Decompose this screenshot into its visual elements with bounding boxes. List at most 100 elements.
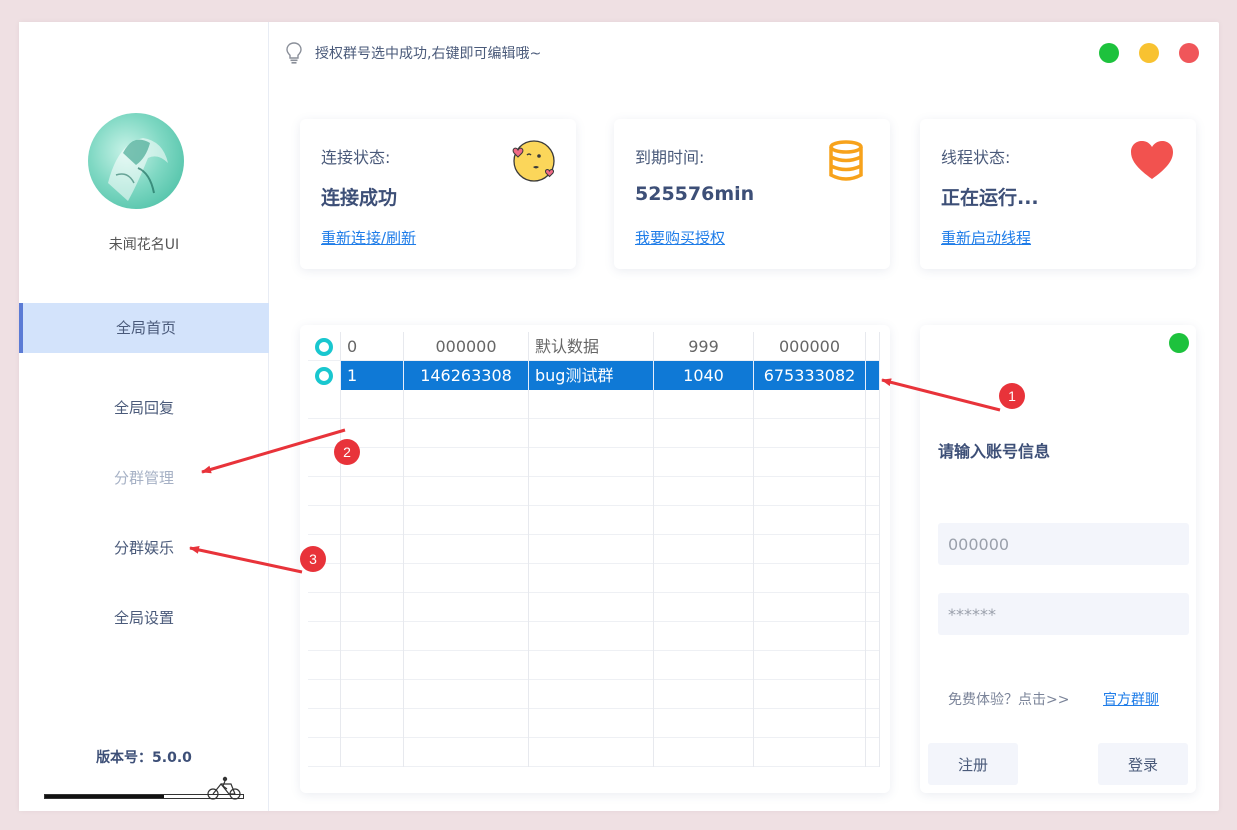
table-cell: 000000 bbox=[754, 332, 866, 361]
connection-status-card: 连接状态: 连接成功 重新连接/刷新 bbox=[300, 119, 576, 269]
cyclist-icon bbox=[207, 776, 241, 800]
login-title: 请输入账号信息 bbox=[938, 442, 1051, 461]
login-button[interactable]: 登录 bbox=[1098, 743, 1188, 785]
expiration-card: 到期时间: 525576min 我要购买授权 bbox=[614, 119, 890, 269]
table-cell bbox=[529, 738, 654, 767]
version-label: 版本号：5.0.0 bbox=[96, 750, 192, 766]
nav-item-group-entertainment[interactable]: 分群娱乐 bbox=[19, 523, 269, 573]
annotation-badge-2: 2 bbox=[334, 439, 360, 465]
table-cell-spacer bbox=[866, 361, 880, 390]
lightbulb-icon bbox=[286, 42, 302, 64]
table-cell bbox=[404, 419, 529, 448]
table-cell bbox=[341, 477, 404, 506]
row-radio-cell bbox=[308, 506, 341, 535]
nav-item-global-settings[interactable]: 全局设置 bbox=[19, 593, 269, 643]
tip-text: 授权群号选中成功,右键即可编辑哦~ bbox=[315, 46, 542, 62]
smiley-icon bbox=[512, 140, 555, 182]
buy-license-link[interactable]: 我要购买授权 bbox=[635, 227, 725, 248]
official-group-link[interactable]: 官方群聊 bbox=[1103, 689, 1159, 709]
table-row bbox=[308, 448, 880, 477]
row-radio-cell bbox=[308, 361, 341, 390]
table-cell: 1040 bbox=[654, 361, 754, 390]
table-cell bbox=[654, 419, 754, 448]
table-cell bbox=[754, 390, 866, 419]
nav-item-group-management[interactable]: 分群管理 bbox=[19, 453, 269, 503]
table-cell bbox=[754, 506, 866, 535]
table-row bbox=[308, 477, 880, 506]
app-window: 未闻花名UI 全局首页 全局回复 分群管理 分群娱乐 全局设置 版本号：5.0.… bbox=[19, 22, 1219, 811]
table-cell-spacer bbox=[866, 738, 880, 767]
table-cell bbox=[754, 593, 866, 622]
table-cell-spacer bbox=[866, 535, 880, 564]
table-cell bbox=[529, 419, 654, 448]
card-label: 线程状态: bbox=[941, 148, 1011, 167]
table-cell bbox=[754, 419, 866, 448]
table-row bbox=[308, 738, 880, 767]
table-cell bbox=[529, 390, 654, 419]
register-button[interactable]: 注册 bbox=[928, 743, 1018, 785]
table-cell bbox=[404, 564, 529, 593]
table-cell bbox=[654, 680, 754, 709]
row-radio-button[interactable] bbox=[315, 338, 333, 356]
table-cell-spacer bbox=[866, 651, 880, 680]
login-panel: 请输入账号信息 免费体验？点击>> 官方群聊 注册 登录 bbox=[920, 325, 1196, 793]
table-cell bbox=[529, 622, 654, 651]
nav-item-global-reply[interactable]: 全局回复 bbox=[19, 383, 269, 433]
table-cell bbox=[754, 477, 866, 506]
table-cell bbox=[404, 477, 529, 506]
table-row[interactable]: 1 146263308 bug测试群 1040 675333082 bbox=[308, 361, 880, 390]
table-row bbox=[308, 651, 880, 680]
maximize-button[interactable] bbox=[1139, 43, 1159, 63]
table-cell-spacer bbox=[866, 564, 880, 593]
password-input[interactable] bbox=[938, 593, 1189, 635]
username: 未闻花名UI bbox=[108, 237, 180, 253]
table-cell bbox=[341, 680, 404, 709]
table-row[interactable]: 0 000000 默认数据 999 000000 bbox=[308, 332, 880, 361]
table-cell bbox=[341, 390, 404, 419]
row-radio-cell bbox=[308, 477, 341, 506]
database-icon bbox=[829, 140, 863, 181]
table-cell-spacer bbox=[866, 477, 880, 506]
row-radio-cell bbox=[308, 593, 341, 622]
reconnect-link[interactable]: 重新连接/刷新 bbox=[321, 227, 416, 248]
card-label: 连接状态: bbox=[321, 148, 391, 167]
tip-bar: 授权群号选中成功,右键即可编辑哦~ bbox=[285, 42, 541, 64]
row-radio-cell bbox=[308, 651, 341, 680]
avatar[interactable] bbox=[88, 113, 184, 209]
annotation-badge-1: 1 bbox=[999, 383, 1025, 409]
table-cell bbox=[529, 680, 654, 709]
table-cell bbox=[341, 564, 404, 593]
group-table-panel: 0 000000 默认数据 999 000000 1 146263308 bug测试群 1040… bbox=[300, 325, 890, 793]
annotation-badge-3: 3 bbox=[300, 546, 326, 572]
table-cell bbox=[341, 506, 404, 535]
table-cell bbox=[404, 506, 529, 535]
table-cell-spacer bbox=[866, 622, 880, 651]
table-cell bbox=[404, 709, 529, 738]
thread-status-card: 线程状态: 正在运行... 重新启动线程 bbox=[920, 119, 1196, 269]
row-radio-cell bbox=[308, 738, 341, 767]
table-cell: 1 bbox=[341, 361, 404, 390]
table-cell bbox=[654, 709, 754, 738]
row-radio-cell bbox=[308, 680, 341, 709]
progress-fill bbox=[45, 795, 164, 798]
nav-item-home[interactable]: 全局首页 bbox=[19, 303, 269, 353]
table-row bbox=[308, 390, 880, 419]
table-cell bbox=[654, 651, 754, 680]
close-button[interactable] bbox=[1179, 43, 1199, 63]
table-row bbox=[308, 506, 880, 535]
account-input[interactable] bbox=[938, 523, 1189, 565]
table-cell bbox=[404, 680, 529, 709]
table-cell bbox=[341, 622, 404, 651]
card-value: 525576min bbox=[635, 183, 755, 205]
restart-thread-link[interactable]: 重新启动线程 bbox=[941, 227, 1031, 248]
table-cell bbox=[529, 506, 654, 535]
table-cell: 0 bbox=[341, 332, 404, 361]
table-cell bbox=[404, 738, 529, 767]
row-radio-button[interactable] bbox=[315, 367, 333, 385]
table-row bbox=[308, 680, 880, 709]
table-cell: 675333082 bbox=[754, 361, 866, 390]
minimize-button[interactable] bbox=[1099, 43, 1119, 63]
table-cell: bug测试群 bbox=[529, 361, 654, 390]
table-cell bbox=[754, 448, 866, 477]
table-cell bbox=[529, 477, 654, 506]
